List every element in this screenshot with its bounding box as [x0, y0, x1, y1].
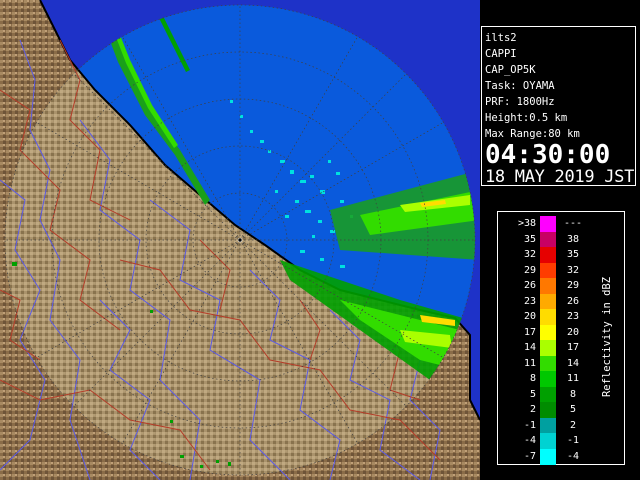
legend-lower-bound: -7 [523, 450, 536, 462]
legend-lower-bound: 29 [523, 264, 536, 276]
legend-lower-bound: 11 [523, 357, 536, 369]
legend-lower-bound: 5 [529, 388, 536, 400]
legend-color-swatch [540, 417, 556, 434]
legend-lower-bound: 17 [523, 326, 536, 338]
observation-date: 18 MAY 2019 JST [485, 167, 635, 187]
legend-color-swatch [540, 402, 556, 418]
legend-upper-bound: 17 [566, 342, 580, 353]
legend-lower-bound: 23 [523, 295, 536, 307]
legend-lower-bound: >38 [517, 218, 536, 229]
legend-upper-bound: 32 [566, 264, 580, 276]
legend-row: -4 -1 [498, 433, 626, 449]
legend-color-swatch [540, 278, 556, 294]
legend-color-swatch [540, 355, 556, 372]
legend-color-swatch [540, 216, 556, 232]
radar-map[interactable] [0, 0, 480, 480]
legend-lower-bound: 35 [523, 233, 536, 245]
legend-unit-label: Reflectivity in dBZ [598, 252, 616, 422]
product-code: CAP_OP5K [485, 64, 536, 76]
legend-upper-bound: 20 [566, 326, 580, 338]
legend-color-swatch [540, 231, 556, 248]
legend-upper-bound: 26 [566, 295, 580, 307]
height-value: Height:0.5 km [485, 112, 568, 124]
legend-upper-bound: 23 [566, 311, 580, 322]
legend-unit-text: Reflectivity in dBZ [601, 276, 613, 398]
legend-color-swatch [540, 448, 556, 465]
legend-lower-bound: 8 [529, 373, 536, 384]
legend-upper-bound: 2 [569, 419, 577, 431]
legend-upper-bound: 38 [566, 233, 580, 245]
legend-upper-bound: 35 [566, 249, 580, 260]
legend-color-swatch [540, 371, 556, 387]
legend-upper-bound: -4 [566, 450, 580, 462]
product-name: CAPPI [485, 48, 517, 60]
radar-map-canvas [0, 0, 480, 480]
radar-info-box: ilts2 CAPPI CAP_OP5K Task: OYAMA PRF: 18… [481, 26, 636, 187]
task-name: Task: OYAMA [485, 80, 555, 92]
legend-color-swatch [540, 247, 556, 263]
legend-lower-bound: 20 [523, 311, 536, 322]
legend-row: 35 38 [498, 231, 626, 248]
legend-color-swatch [540, 433, 556, 449]
legend-lower-bound: -4 [523, 435, 536, 446]
legend-upper-bound: 5 [569, 404, 577, 415]
reflectivity-legend: >38 --- 35 38 32 35 29 32 26 29 23 26 20 23 17 20 14 17 11… [497, 211, 625, 465]
legend-lower-bound: 26 [523, 280, 536, 291]
prf-value: PRF: 1800Hz [485, 96, 555, 108]
legend-upper-bound: 29 [566, 280, 580, 291]
legend-upper-bound: -1 [566, 435, 580, 446]
legend-lower-bound: -1 [523, 419, 536, 431]
legend-color-swatch [540, 309, 556, 325]
radar-name: ilts2 [485, 32, 517, 44]
legend-color-swatch [540, 386, 556, 403]
legend-lower-bound: 2 [529, 404, 536, 415]
legend-lower-bound: 32 [523, 249, 536, 260]
legend-upper-bound: 11 [566, 373, 580, 384]
legend-lower-bound: 14 [523, 342, 536, 353]
legend-row: >38 --- [498, 216, 626, 232]
legend-color-swatch [540, 324, 556, 341]
observation-time: 04:30:00 [485, 140, 611, 170]
legend-upper-bound: --- [563, 218, 583, 229]
legend-color-swatch [540, 262, 556, 279]
legend-color-swatch [540, 340, 556, 356]
legend-upper-bound: 8 [569, 388, 577, 400]
legend-row: -7 -4 [498, 448, 626, 465]
legend-color-swatch [540, 293, 556, 310]
radar-center-marker [237, 237, 243, 243]
legend-upper-bound: 14 [566, 357, 580, 369]
